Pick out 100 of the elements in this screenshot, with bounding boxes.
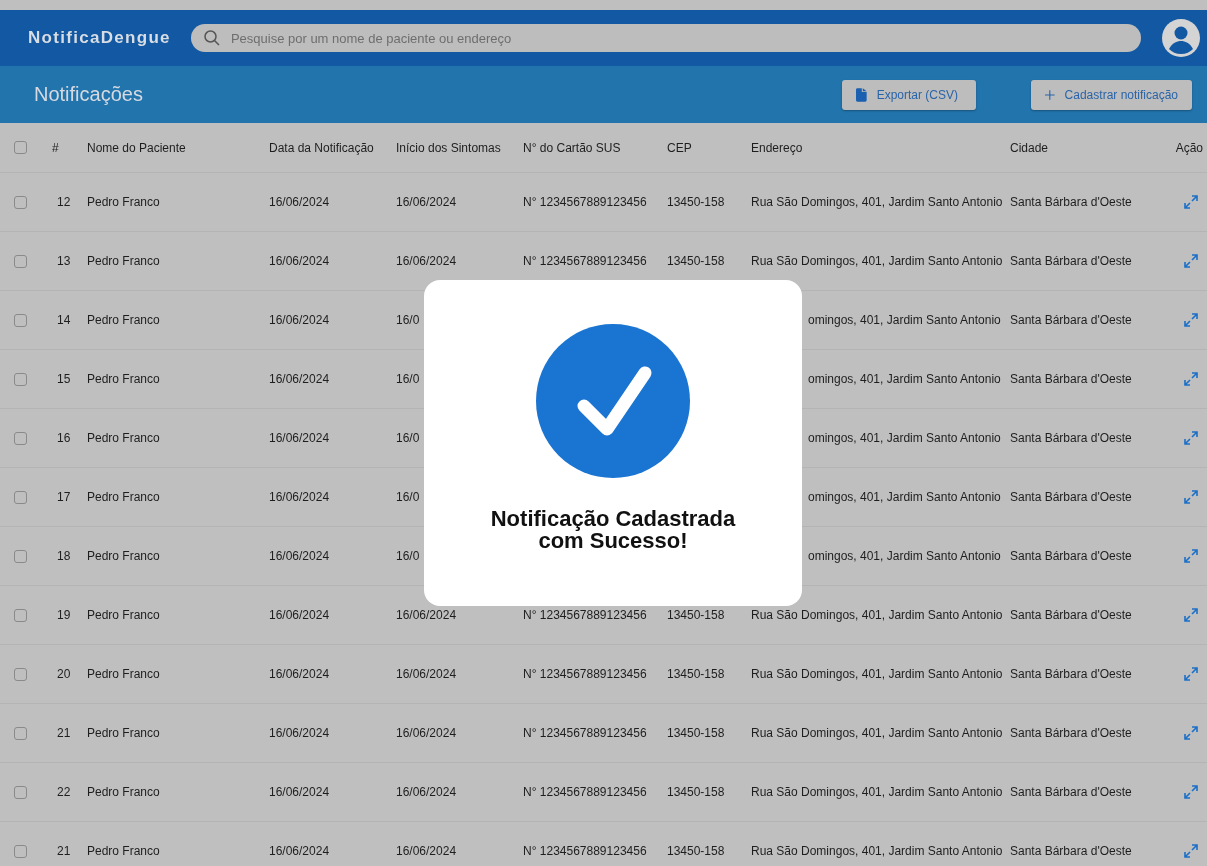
- expand-icon: [1183, 666, 1199, 682]
- table-cell: Pedro Franco: [87, 372, 160, 386]
- checkbox[interactable]: [14, 372, 27, 386]
- checkbox[interactable]: [14, 313, 27, 327]
- table-cell-text: 13: [56, 254, 71, 268]
- checkbox[interactable]: [14, 490, 27, 504]
- expand-icon: [1183, 725, 1199, 741]
- expand-button[interactable]: [1183, 489, 1199, 505]
- table-cell: 13450-158: [667, 195, 725, 209]
- expand-button[interactable]: [1183, 666, 1199, 682]
- expand-button[interactable]: [1183, 194, 1199, 210]
- expand-icon: [1183, 843, 1199, 859]
- table-cell: 16/0: [396, 372, 420, 386]
- checkbox[interactable]: [14, 726, 27, 740]
- checkbox[interactable]: [14, 431, 27, 445]
- table-cell: Santa Bárbara d'Oeste: [1010, 490, 1132, 504]
- table-cell-text: 19: [56, 608, 71, 622]
- checkbox[interactable]: [14, 195, 27, 209]
- table-cell: 13450-158: [667, 667, 725, 681]
- table-cell: 16/06/2024: [396, 726, 457, 740]
- table-cell: Santa Bárbara d'Oeste: [1010, 549, 1132, 563]
- table-cell: 16/06/2024: [269, 844, 330, 858]
- table-cell: Rua São Domingos, 401, Jardim Santo Antonio: [751, 844, 1003, 858]
- add-notification-button[interactable]: Cadastrar notificação: [1031, 79, 1192, 110]
- table-cell: Rua São Domingos, 401, Jardim Santo Antonio: [751, 254, 1003, 268]
- table-cell-text: omingos, 401, Jardim Santo Antonio: [807, 490, 1001, 504]
- table-cell-text: 12: [56, 195, 71, 209]
- table-cell: N° 1234567889123456: [523, 608, 647, 622]
- plus-icon: [1045, 88, 1055, 101]
- table-cell-text: omingos, 401, Jardim Santo Antonio: [807, 549, 1001, 563]
- export-button[interactable]: Exportar (CSV): [842, 79, 976, 110]
- table-cell-text: omingos, 401, Jardim Santo Antonio: [807, 313, 1001, 327]
- table-cell: 16/06/2024: [396, 667, 457, 681]
- expand-button[interactable]: [1183, 725, 1199, 741]
- page-title: Notificações: [34, 83, 144, 106]
- expand-button[interactable]: [1183, 843, 1199, 859]
- table-cell: Pedro Franco: [87, 667, 160, 681]
- expand-icon: [1183, 312, 1199, 328]
- expand-button[interactable]: [1183, 312, 1199, 328]
- table-cell: Santa Bárbara d'Oeste: [1010, 667, 1132, 681]
- checkbox[interactable]: [14, 785, 27, 799]
- table-cell-text: 21: [56, 844, 71, 858]
- app-logo[interactable]: NotificaDengue: [28, 28, 171, 48]
- column-header: Endereço: [751, 140, 803, 155]
- table-cell: Santa Bárbara d'Oeste: [1010, 785, 1132, 799]
- table-cell: Rua São Domingos, 401, Jardim Santo Antonio: [751, 195, 1003, 209]
- table-cell: 16/06/2024: [396, 844, 457, 858]
- table-cell: Pedro Franco: [87, 313, 160, 327]
- column-header: Início dos Sintomas: [396, 140, 501, 155]
- table-cell: 16/0: [396, 313, 420, 327]
- table-cell: 16/06/2024: [396, 195, 457, 209]
- checkbox[interactable]: [14, 844, 27, 858]
- table-cell: Pedro Franco: [87, 844, 160, 858]
- expand-icon: [1183, 430, 1199, 446]
- table-cell-text: 21: [56, 726, 71, 740]
- table-cell-text: 14: [56, 313, 71, 327]
- table-cell: 16/0: [396, 431, 420, 445]
- expand-button[interactable]: [1183, 371, 1199, 387]
- column-header: Data da Notificação: [269, 140, 374, 155]
- table-cell: 13450-158: [667, 608, 725, 622]
- expand-button[interactable]: [1183, 784, 1199, 800]
- table-cell: Santa Bárbara d'Oeste: [1010, 726, 1132, 740]
- table-cell: Pedro Franco: [87, 726, 160, 740]
- table-cell: 16/06/2024: [269, 608, 330, 622]
- checkbox[interactable]: [14, 667, 27, 681]
- checkbox[interactable]: [14, 141, 27, 154]
- table-cell: 16/06/2024: [269, 431, 330, 445]
- table-cell: Santa Bárbara d'Oeste: [1010, 844, 1132, 858]
- column-header: CEP: [667, 140, 692, 155]
- table-cell-text: omingos, 401, Jardim Santo Antonio: [807, 431, 1001, 445]
- avatar-icon[interactable]: [1161, 18, 1201, 58]
- table-cell: Santa Bárbara d'Oeste: [1010, 313, 1132, 327]
- expand-button[interactable]: [1183, 430, 1199, 446]
- expand-icon: [1183, 489, 1199, 505]
- table-cell: 16/06/2024: [396, 608, 457, 622]
- table-cell: Santa Bárbara d'Oeste: [1010, 431, 1132, 445]
- expand-icon: [1183, 371, 1199, 387]
- checkbox[interactable]: [14, 608, 27, 622]
- expand-button[interactable]: [1183, 607, 1199, 623]
- column-header: N° do Cartão SUS: [523, 140, 621, 155]
- table-cell: N° 1234567889123456: [523, 844, 647, 858]
- table-cell: 16/06/2024: [269, 254, 330, 268]
- checkbox[interactable]: [14, 254, 27, 268]
- table-cell: N° 1234567889123456: [523, 195, 647, 209]
- table-cell-text: omingos, 401, Jardim Santo Antonio: [807, 372, 1001, 386]
- expand-button[interactable]: [1183, 548, 1199, 564]
- table-cell: Rua São Domingos, 401, Jardim Santo Antonio: [751, 667, 1003, 681]
- table-cell: Pedro Franco: [87, 490, 160, 504]
- expand-icon: [1183, 194, 1199, 210]
- column-header: Nome do Paciente: [87, 140, 186, 155]
- table-cell: Pedro Franco: [87, 785, 160, 799]
- table-cell-text: 22: [56, 785, 71, 799]
- table-cell: Rua São Domingos, 401, Jardim Santo Antonio: [751, 608, 1003, 622]
- table-cell: 16/06/2024: [269, 372, 330, 386]
- table-cell: 16/06/2024: [269, 785, 330, 799]
- expand-button[interactable]: [1183, 253, 1199, 269]
- table-cell: Rua São Domingos, 401, Jardim Santo Antonio: [751, 785, 1003, 799]
- checkbox[interactable]: [14, 549, 27, 563]
- column-header: Ação: [1175, 140, 1204, 155]
- table-cell: 16/06/2024: [269, 313, 330, 327]
